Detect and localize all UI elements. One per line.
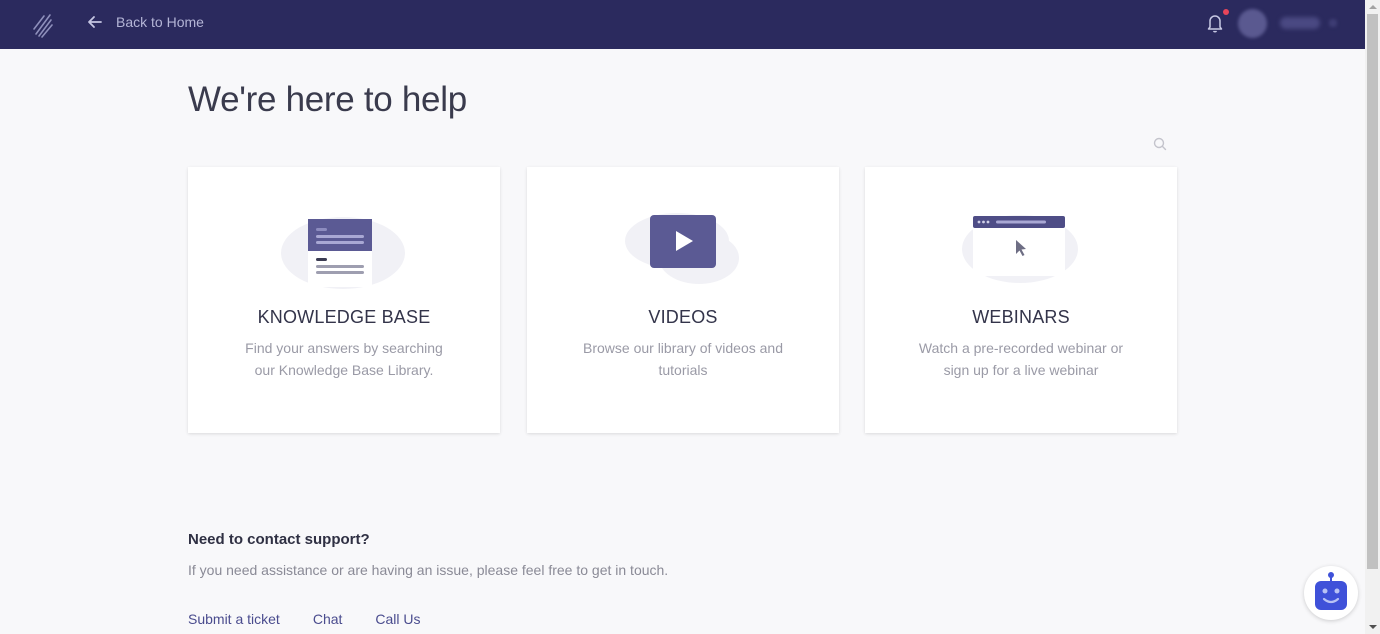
call-us-link[interactable]: Call Us [375,611,420,627]
page-title: We're here to help [188,80,467,119]
top-nav-bar: Back to Home [0,0,1365,49]
card-title: KNOWLEDGE BASE [257,307,431,327]
chevron-down-icon[interactable] [1329,19,1337,27]
submit-ticket-link[interactable]: Submit a ticket [188,611,280,627]
webinars-card[interactable]: WEBINARS Watch a pre-recorded webinar or… [865,167,1177,433]
scroll-down-button[interactable] [1365,620,1380,634]
contact-support-text: If you need assistance or are having an … [188,562,669,578]
card-description: Browse our library of videos and tutoria… [583,340,783,378]
vertical-scrollbar[interactable] [1365,0,1380,634]
chat-link[interactable]: Chat [313,611,343,627]
user-name[interactable] [1280,17,1320,29]
robot-icon [1315,572,1347,610]
back-to-home-label: Back to Home [116,14,204,30]
videos-card[interactable]: VIDEOS Browse our library of videos and … [527,167,839,433]
notification-badge [1223,9,1229,15]
play-icon [625,213,739,284]
arrow-left-icon [88,16,102,28]
card-title: WEBINARS [972,307,1070,327]
contact-links: Submit a ticket Chat Call Us [188,611,454,627]
browser-window-icon [962,215,1078,283]
avatar[interactable] [1238,9,1267,38]
search-icon[interactable] [1153,137,1167,151]
logo-icon[interactable] [32,12,54,38]
document-icon [281,217,405,289]
contact-support-heading: Need to contact support? [188,531,370,548]
chatbot-button[interactable] [1304,566,1358,620]
back-to-home-link[interactable]: Back to Home [86,13,204,31]
card-description: Find your answers by searching our Knowl… [245,340,443,378]
scrollbar-thumb[interactable] [1367,14,1378,569]
scroll-up-button[interactable] [1365,0,1380,14]
bell-icon[interactable] [1206,13,1224,33]
card-description: Watch a pre-recorded webinar or sign up … [918,340,1124,378]
card-title: VIDEOS [648,307,718,327]
knowledge-base-card[interactable]: KNOWLEDGE BASE Find your answers by sear… [188,167,500,433]
